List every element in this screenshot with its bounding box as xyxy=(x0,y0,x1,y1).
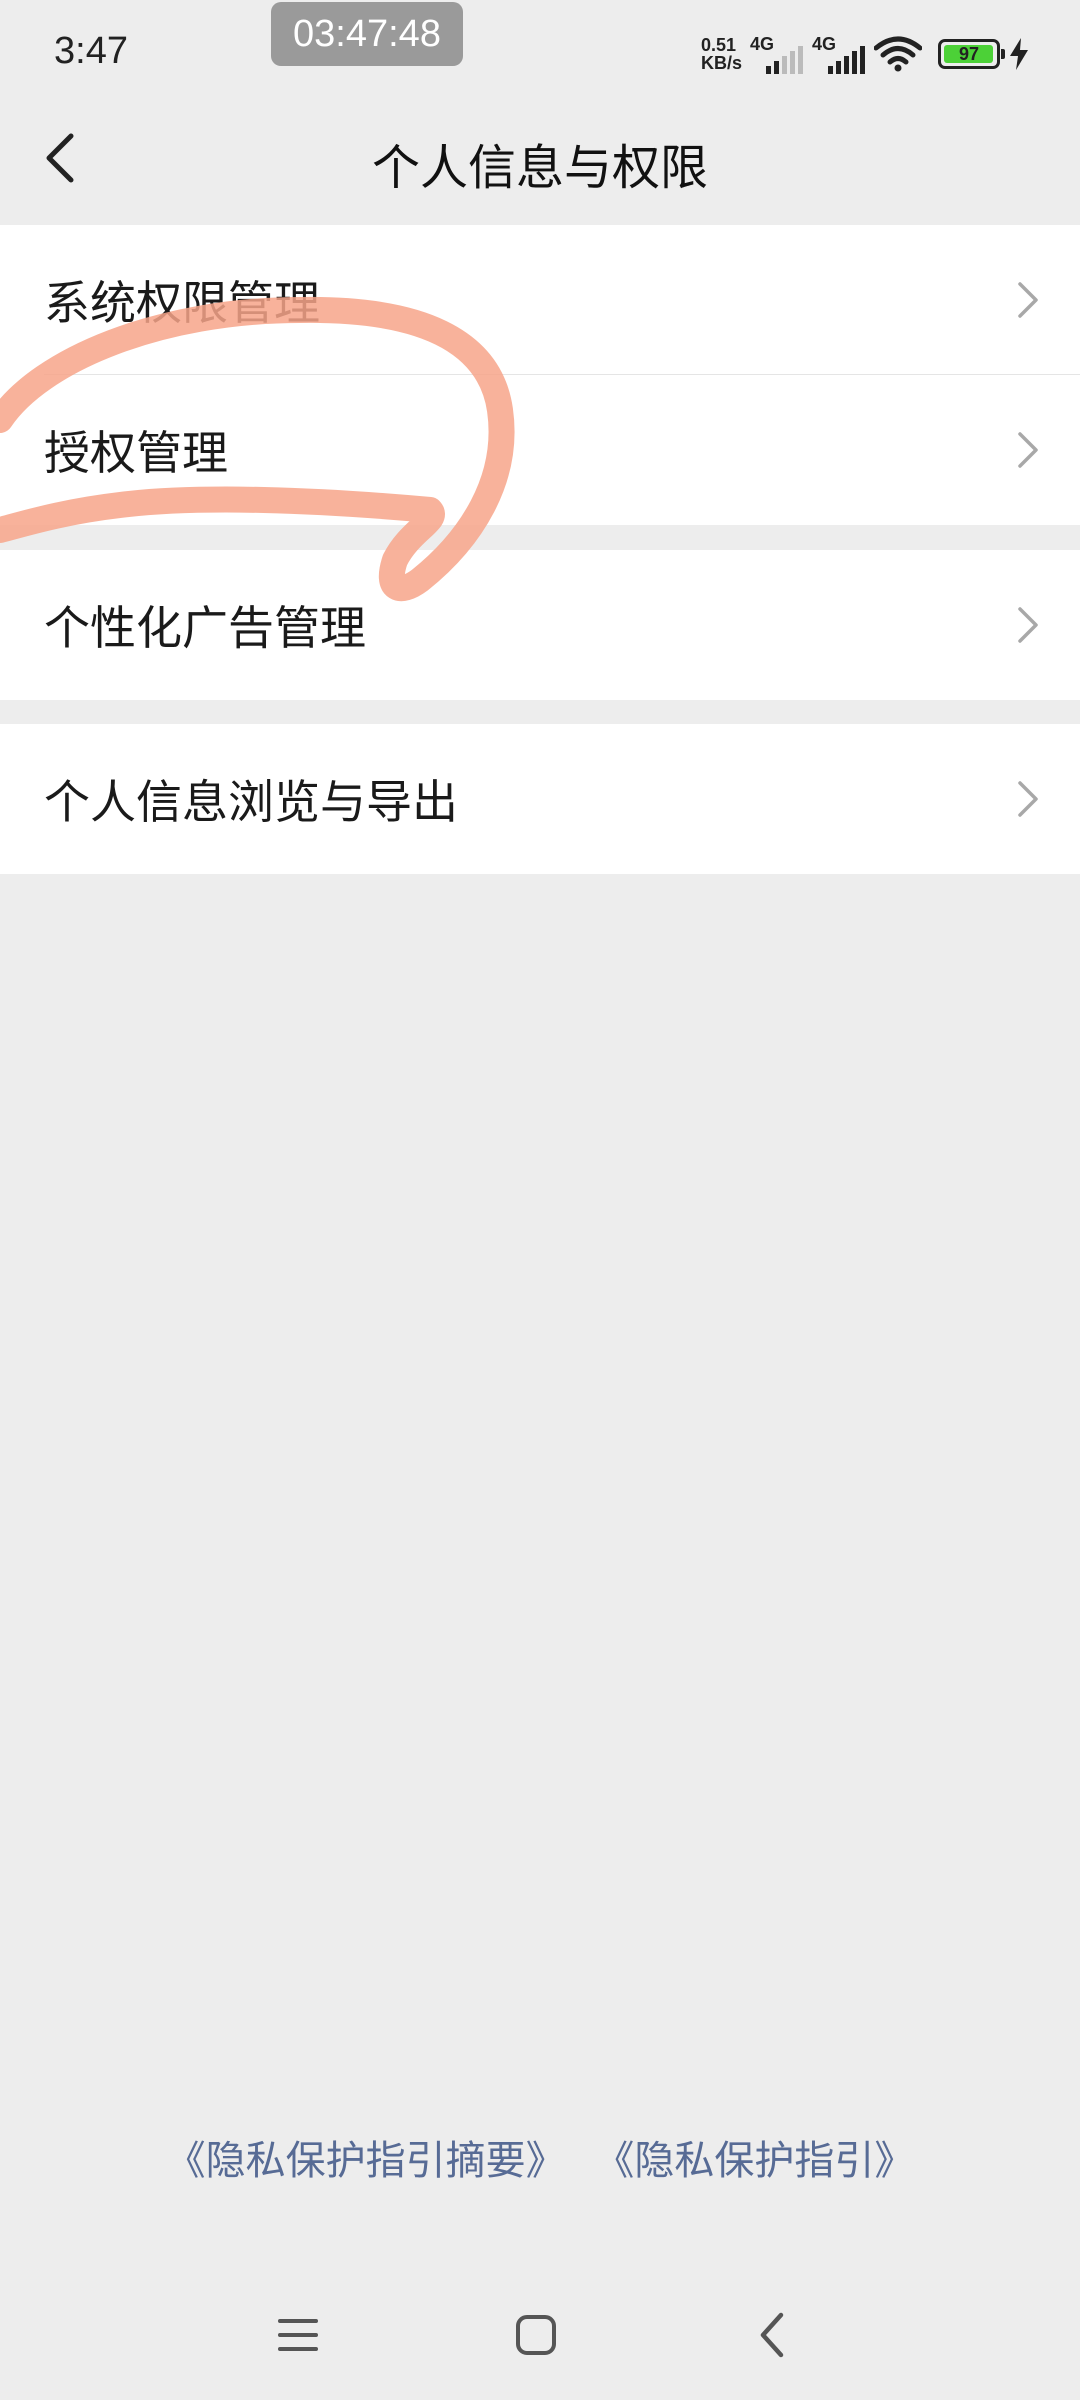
page-title: 个人信息与权限 xyxy=(371,140,708,196)
signal-icon xyxy=(766,46,803,74)
list-item-label: 系统权限管理 xyxy=(44,276,320,330)
settings-group-permissions: 系统权限管理 授权管理 xyxy=(0,225,1080,525)
list-item-label: 个人信息浏览与导出 xyxy=(44,775,458,829)
screen: 3:47 03:47:48 0.51 KB/s 4G 4G 97 个人信息与权限… xyxy=(0,0,1080,2400)
list-item-personal-info-export[interactable]: 个人信息浏览与导出 xyxy=(0,724,1080,874)
status-icons: 0.51 KB/s 4G 4G 97 xyxy=(701,30,1030,78)
signal-icon xyxy=(828,46,865,74)
list-item-label: 授权管理 xyxy=(44,426,228,480)
recent-apps-button[interactable] xyxy=(258,2300,338,2370)
chevron-right-icon xyxy=(1018,432,1038,468)
wifi-icon xyxy=(874,36,922,72)
chevron-right-icon xyxy=(1018,781,1038,817)
screen-recorder-timer[interactable]: 03:47:48 xyxy=(271,2,463,66)
network-speed-unit: KB/s xyxy=(700,53,742,73)
network-speed: 0.51 KB/s xyxy=(701,36,742,72)
settings-group-personal-info: 个人信息浏览与导出 xyxy=(0,724,1080,874)
home-icon xyxy=(516,2315,556,2355)
sim2-signal: 4G xyxy=(812,34,866,74)
menu-icon xyxy=(278,2319,318,2351)
navigation-bar: 个人信息与权限 xyxy=(0,100,1080,220)
status-bar: 3:47 03:47:48 0.51 KB/s 4G 4G 97 xyxy=(0,0,1080,100)
list-item-system-permissions[interactable]: 系统权限管理 xyxy=(0,225,1080,375)
battery-level: 97 xyxy=(958,44,980,64)
status-time: 3:47 xyxy=(54,30,128,72)
charging-icon xyxy=(1010,38,1028,70)
list-item-authorization[interactable]: 授权管理 xyxy=(0,375,1080,525)
home-button[interactable] xyxy=(496,2300,576,2370)
system-navigation-bar xyxy=(0,2280,1080,2390)
system-back-button[interactable] xyxy=(732,2300,812,2370)
battery-icon: 97 xyxy=(938,39,1005,69)
network-speed-value: 0.51 xyxy=(700,35,737,55)
privacy-guide-link[interactable]: 《隐私保护指引》 xyxy=(594,2138,914,2184)
privacy-links: 《隐私保护指引摘要》 《隐私保护指引》 xyxy=(0,2128,1080,2186)
sim1-signal: 4G xyxy=(750,34,804,74)
chevron-right-icon xyxy=(1018,282,1038,318)
settings-group-ads: 个性化广告管理 xyxy=(0,550,1080,700)
back-icon xyxy=(760,2312,784,2358)
list-item-personalized-ads[interactable]: 个性化广告管理 xyxy=(0,550,1080,700)
list-item-label: 个性化广告管理 xyxy=(44,601,366,655)
chevron-right-icon xyxy=(1018,607,1038,643)
privacy-guide-summary-link[interactable]: 《隐私保护指引摘要》 xyxy=(166,2138,566,2184)
